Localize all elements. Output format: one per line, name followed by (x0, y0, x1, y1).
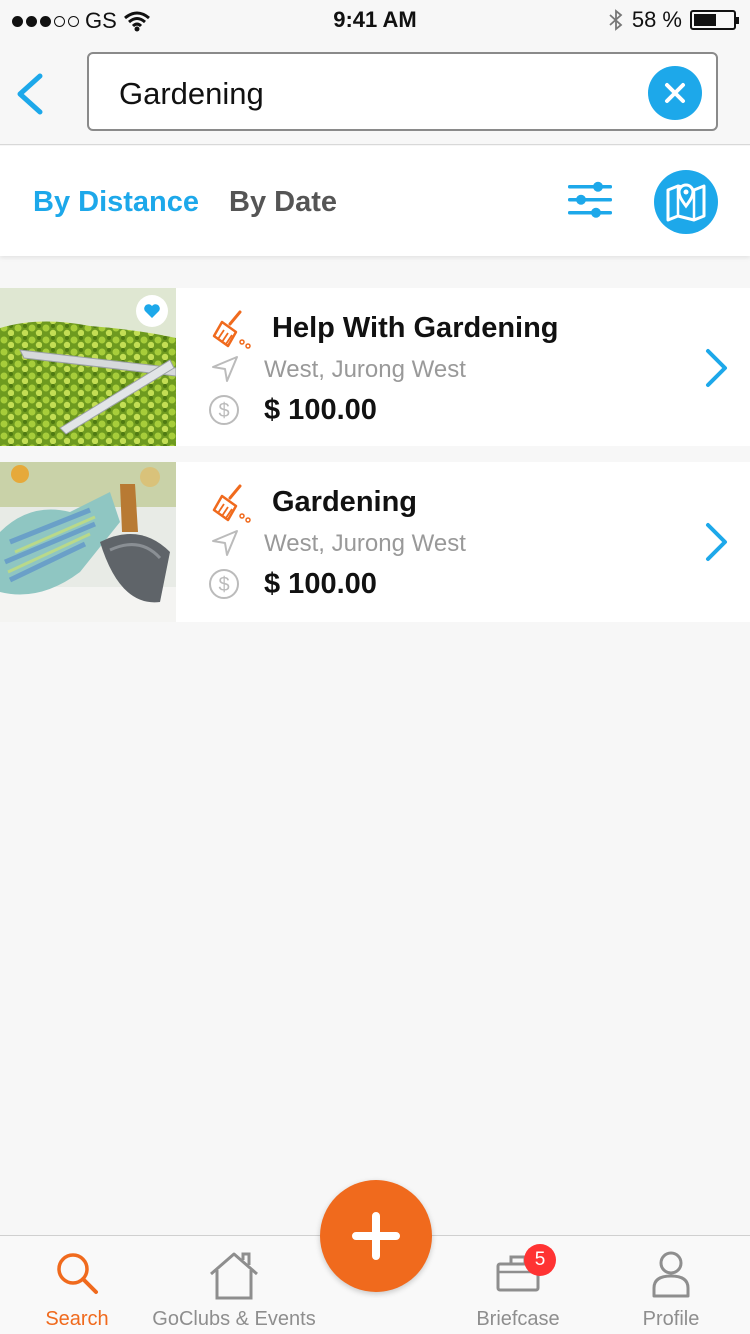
svg-text:$: $ (218, 400, 229, 422)
status-right: 58 % (608, 7, 739, 33)
nav-label-search: Search (45, 1308, 109, 1330)
chevron-right-icon[interactable] (703, 348, 729, 388)
nav-item-briefcase[interactable]: 5 Briefcase (458, 1236, 578, 1334)
svg-text:$: $ (218, 574, 229, 596)
listing-price: $ 100.00 (264, 568, 377, 600)
notification-badge: 5 (524, 1244, 556, 1276)
search-query-text: Gardening (119, 76, 264, 111)
nav-item-goclubs-events[interactable]: GoClubs & Events (144, 1236, 324, 1334)
broom-icon (212, 484, 251, 523)
thumbnail-hedge-shears (0, 288, 176, 446)
clear-search-button[interactable] (648, 66, 702, 120)
dollar-icon: $ (209, 395, 239, 425)
broom-icon (212, 310, 251, 349)
person-icon (652, 1251, 690, 1298)
battery-icon (690, 10, 739, 30)
back-button[interactable] (12, 72, 52, 116)
favorite-button[interactable] (136, 295, 168, 327)
list-item[interactable]: Help With Gardening West, Jurong West $ … (0, 288, 750, 446)
location-arrow-icon (212, 530, 238, 556)
thumbnail-gloves-trowel (0, 462, 176, 622)
map-pin-icon (666, 183, 706, 222)
bluetooth-icon (609, 9, 623, 31)
map-view-button[interactable] (654, 170, 718, 234)
nav-item-profile[interactable]: Profile (616, 1236, 726, 1334)
status-bar: GS 9:41 AM 58 % (0, 0, 750, 40)
list-item[interactable]: Gardening West, Jurong West $ $ 100.00 (0, 462, 750, 622)
nav-item-search[interactable]: Search (22, 1236, 132, 1334)
listing-location: West, Jurong West (264, 530, 466, 557)
battery-percent: 58 % (631, 7, 682, 32)
chevron-right-icon[interactable] (703, 522, 729, 562)
home-icon (210, 1252, 258, 1300)
nav-label-briefcase: Briefcase (476, 1308, 560, 1330)
location-arrow-icon (212, 356, 238, 382)
sliders-icon (568, 181, 612, 218)
heart-icon (144, 304, 160, 318)
close-icon (665, 83, 685, 103)
chevron-left-icon (17, 73, 43, 115)
dollar-icon: $ (209, 569, 239, 599)
search-icon (57, 1253, 98, 1294)
nav-label-goclubs-events: GoClubs & Events (152, 1308, 316, 1330)
filter-button[interactable] (566, 180, 614, 220)
add-listing-button[interactable] (320, 1180, 432, 1292)
sort-bar: By Distance By Date (0, 146, 750, 256)
search-input[interactable]: Gardening (87, 52, 718, 131)
tab-by-distance[interactable]: By Distance (33, 186, 199, 219)
listing-title: Help With Gardening (272, 312, 559, 344)
search-header: Gardening (0, 40, 750, 145)
nav-label-profile: Profile (642, 1308, 700, 1330)
listing-title: Gardening (272, 486, 418, 518)
listing-price: $ 100.00 (264, 394, 377, 426)
tab-by-date[interactable]: By Date (229, 186, 337, 219)
plus-icon (352, 1212, 400, 1260)
listing-location: West, Jurong West (264, 356, 466, 383)
